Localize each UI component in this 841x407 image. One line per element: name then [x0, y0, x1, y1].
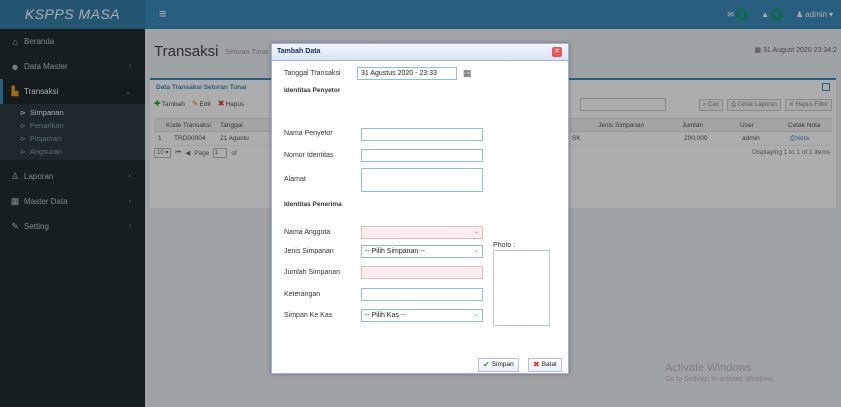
dialog-title: Tambah Data — [277, 48, 321, 55]
section-penerima: Identitas Penerima — [284, 201, 342, 208]
jumlah-simpanan-label: Jumlah Simpanan — [284, 269, 341, 276]
chevron-down-icon: ⌄ — [473, 229, 479, 235]
alamat-textarea[interactable] — [361, 168, 483, 192]
jumlah-simpanan-input[interactable] — [361, 266, 483, 279]
nama-penyetor-input[interactable] — [361, 128, 483, 141]
alamat-label: Alamat — [284, 176, 306, 183]
simpan-ke-kas-select[interactable]: -- Pilih Kas -- ⌄ — [361, 309, 483, 322]
tanggal-value: 31 Agustus 2020 - 23:33 — [361, 70, 437, 77]
keterangan-label: Keterangan — [284, 291, 321, 298]
check-icon: ✔ — [483, 360, 490, 369]
simpan-ke-kas-label: Simpan Ke Kas — [284, 312, 333, 319]
nama-penyetor-label: Nama Penyetor — [284, 130, 333, 137]
add-data-dialog: Tambah Data ✕ Tanggal Transaksi 31 Agust… — [271, 43, 569, 374]
chevron-down-icon: ⌄ — [473, 248, 479, 254]
chevron-down-icon: ⌄ — [473, 312, 479, 318]
dialog-header: Tambah Data ✕ — [272, 44, 568, 61]
tanggal-label: Tanggal Transaksi — [284, 70, 341, 77]
nama-anggota-label: Nama Anggota — [284, 229, 331, 236]
photo-preview — [493, 250, 550, 326]
jenis-simpanan-label: Jenis Simpanan — [284, 248, 334, 255]
section-penyetor: Identitas Penyetor — [284, 87, 341, 94]
jenis-simpanan-select[interactable]: -- Pilih Simpanan -- ⌄ — [361, 245, 483, 258]
nomor-identitas-label: Nomor Identitas — [284, 152, 334, 159]
close-icon[interactable]: ✕ — [552, 47, 562, 57]
tanggal-field[interactable]: 31 Agustus 2020 - 23:33 — [357, 67, 457, 80]
cancel-button[interactable]: ✖ Batal — [528, 358, 562, 372]
jenis-simpanan-value: -- Pilih Simpanan -- — [365, 248, 425, 255]
calendar-icon[interactable]: ▦ — [463, 68, 472, 79]
nama-anggota-combo[interactable]: ⌄ — [361, 226, 483, 239]
photo-label: Photo : — [493, 242, 516, 249]
save-label: Simpan — [491, 361, 514, 368]
simpan-ke-kas-value: -- Pilih Kas -- — [365, 312, 406, 319]
nomor-identitas-input[interactable] — [361, 149, 483, 162]
save-button[interactable]: ✔ Simpan — [478, 358, 519, 372]
keterangan-input[interactable] — [361, 288, 483, 301]
delete-icon: ✖ — [533, 360, 540, 369]
cancel-label: Batal — [541, 361, 557, 368]
